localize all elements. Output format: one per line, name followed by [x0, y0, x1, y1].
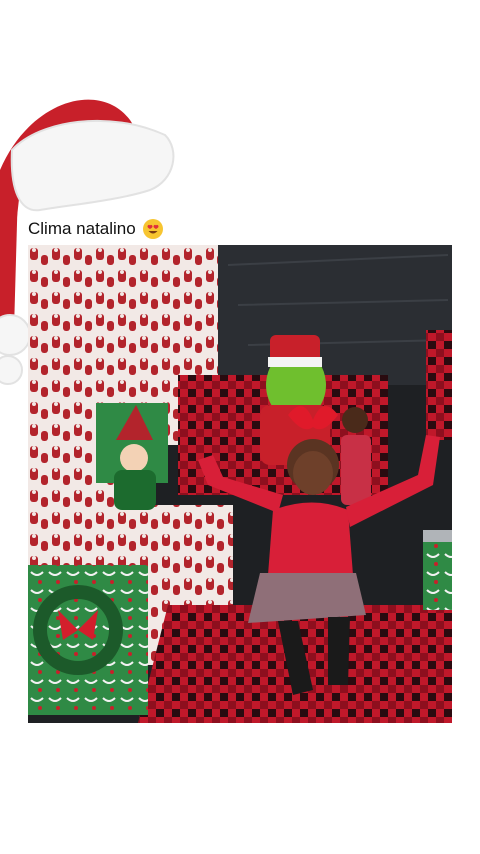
- post-caption: Clima natalino: [28, 216, 164, 242]
- caption-text: Clima natalino: [28, 219, 136, 238]
- post-video[interactable]: [28, 245, 452, 723]
- heart-eyes-emoji-icon: [142, 218, 164, 240]
